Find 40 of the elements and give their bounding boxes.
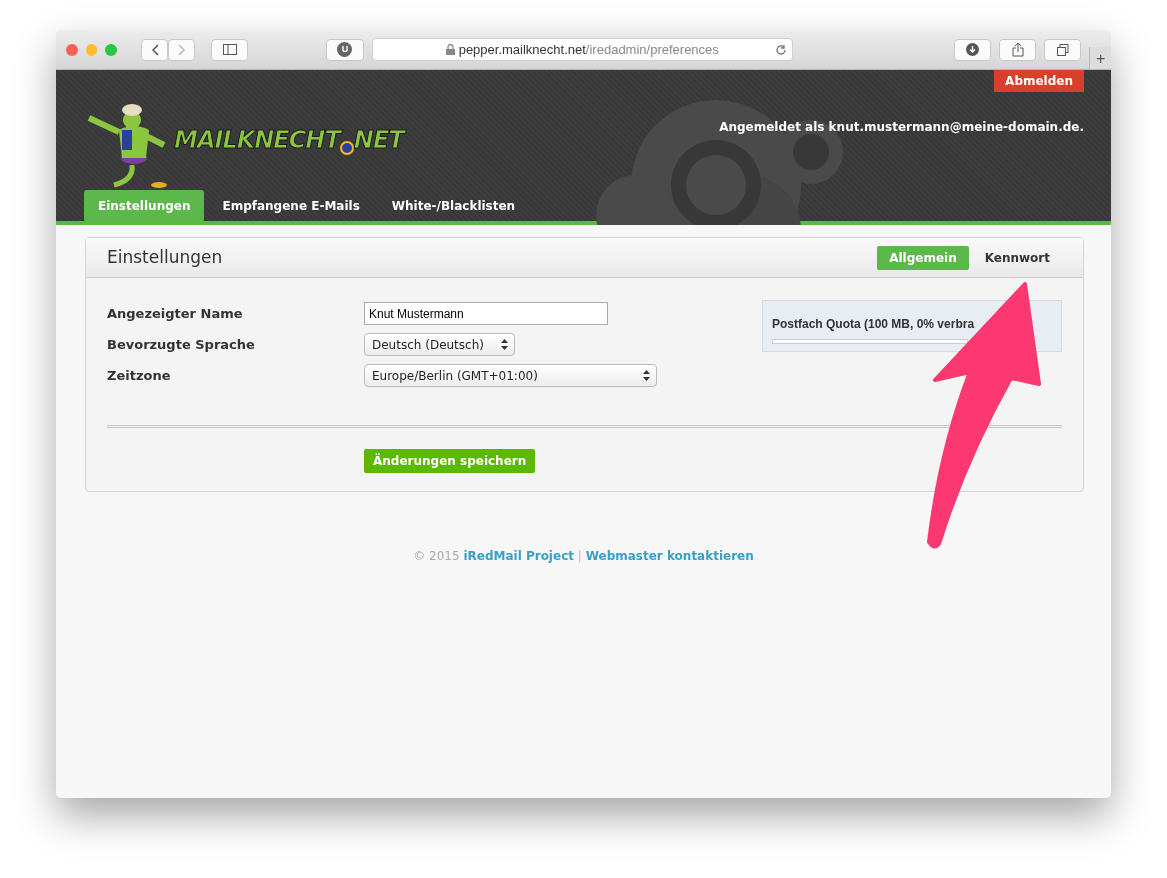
new-tab-button[interactable]: + [1089, 47, 1111, 69]
logo-text: MAILKNECHT [174, 125, 340, 156]
maximize-icon[interactable] [105, 43, 118, 56]
select-field[interactable]: Europe/Berlin (GMT+01:00) [364, 364, 657, 387]
sidebar-button[interactable] [211, 38, 249, 61]
quota-title: Postfach Quota (100 MB, 0% verbra [772, 316, 975, 333]
nav-tab[interactable]: Empfangene E-Mails [208, 190, 374, 222]
url-path[interactable]: /iredadmin/preferences [585, 39, 719, 60]
chevron-right-icon [177, 43, 186, 56]
field-label: Angezeigter Name [107, 304, 244, 323]
field-label: Zeitzone [107, 366, 172, 385]
logo-text: NET [353, 125, 404, 156]
separator-text: | [577, 549, 582, 563]
updown-icon [643, 370, 650, 381]
panel-title: Einstellungen [107, 245, 223, 269]
extension-button[interactable]: U [326, 38, 364, 61]
select-field[interactable]: Deutsch (Deutsch) [364, 333, 515, 356]
chevron-left-icon [150, 43, 159, 56]
close-icon[interactable] [66, 43, 78, 56]
url-host[interactable]: pepper.mailknecht.net [458, 39, 586, 60]
minimize-icon[interactable] [85, 43, 98, 56]
reload-icon[interactable] [774, 43, 787, 56]
updown-icon [501, 339, 508, 350]
tabs-icon [1056, 43, 1069, 56]
input-field[interactable]: Knut Mustermann [364, 302, 608, 325]
share-icon [1011, 42, 1024, 57]
tabs-button[interactable] [1044, 38, 1082, 61]
back-button[interactable] [141, 38, 169, 61]
forward-button[interactable] [168, 38, 196, 61]
lock-icon [445, 44, 455, 55]
logout-button[interactable]: Abmelden [994, 70, 1084, 92]
share-button[interactable] [999, 38, 1037, 61]
nav-tab[interactable]: White-/Blacklisten [377, 190, 530, 222]
field-label: Bevorzugte Sprache [107, 335, 256, 354]
sidebar-icon [222, 44, 237, 55]
panel-tab[interactable]: Kennwort [972, 245, 1062, 270]
login-info: Angemeldet als knut.mustermann@meine-domain.de. [719, 119, 1084, 136]
download-button[interactable] [953, 38, 992, 61]
copyright-text: © 2015 [413, 549, 460, 563]
download-icon [966, 43, 979, 56]
